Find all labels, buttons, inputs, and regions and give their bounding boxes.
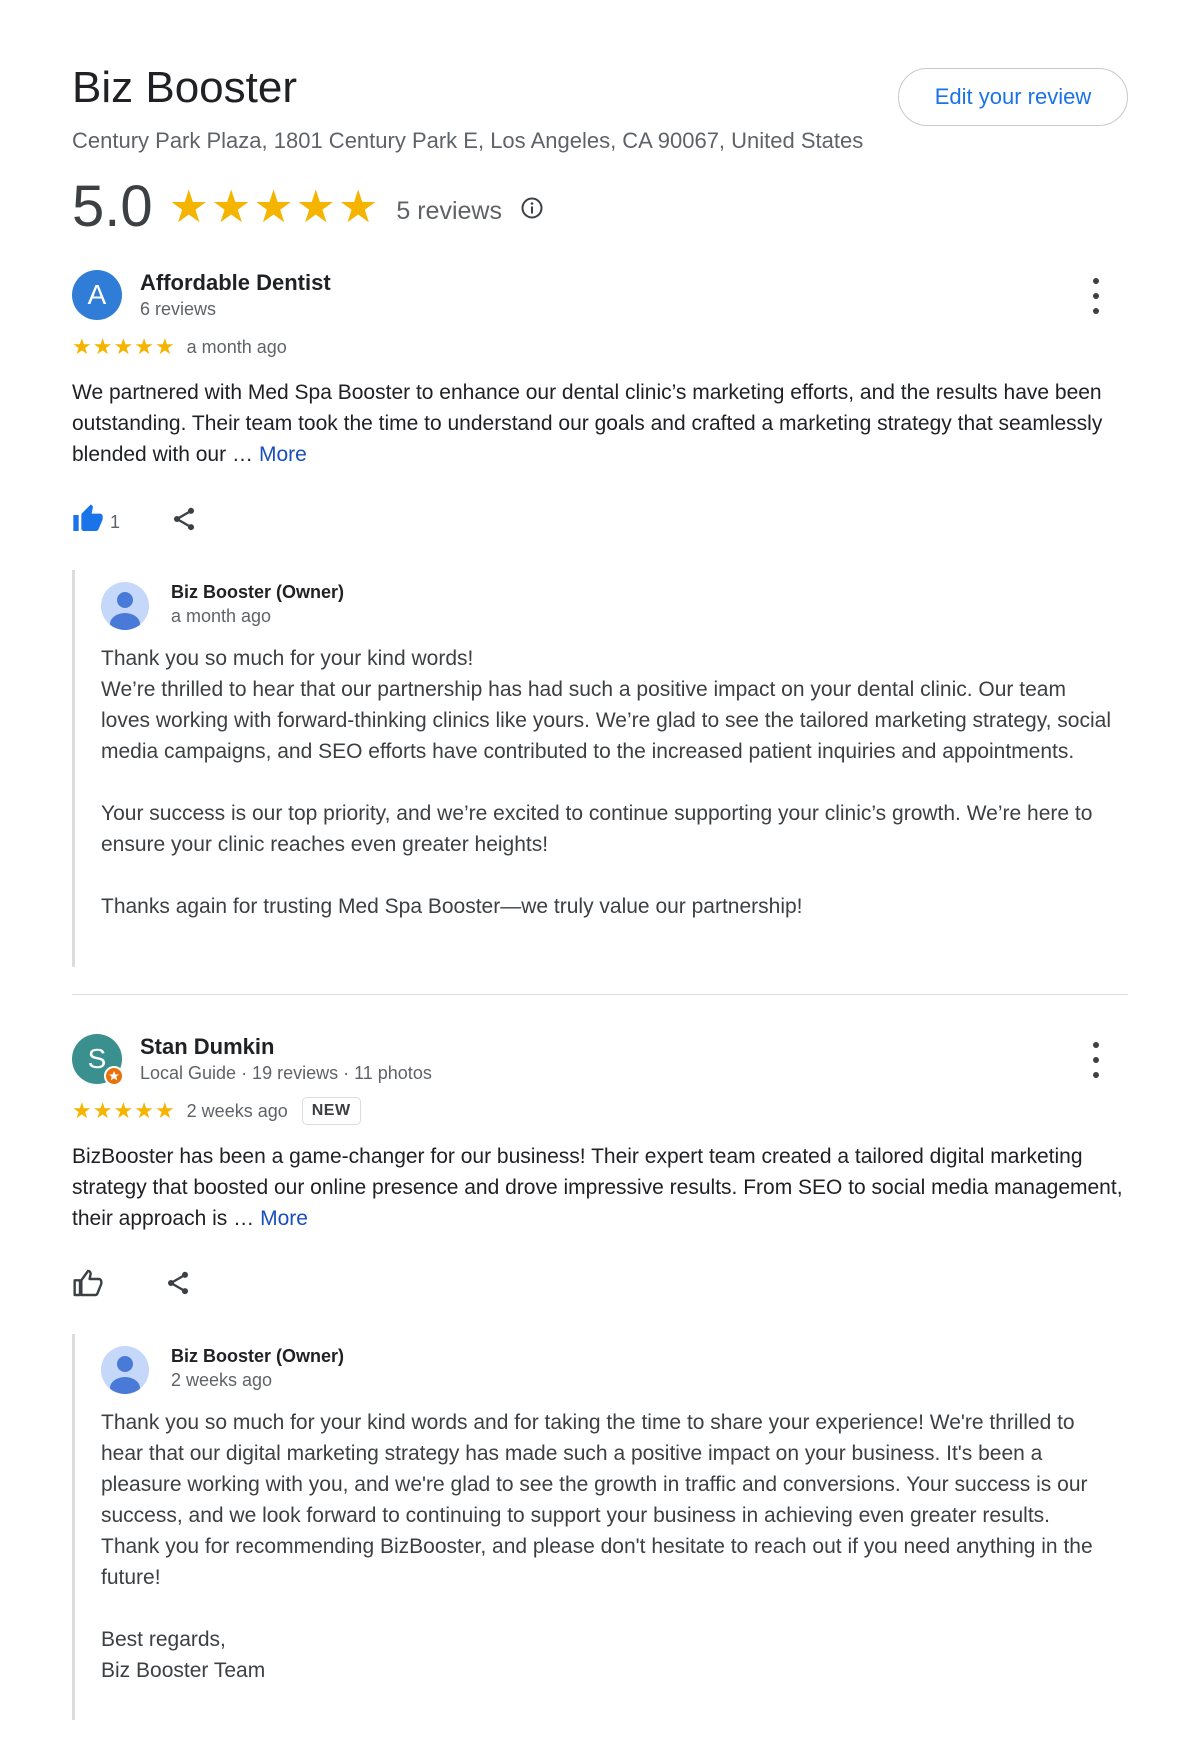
owner-reply-text: Thank you so much for your kind words an…	[101, 1407, 1111, 1686]
star-icon: ★	[154, 334, 175, 359]
reviewer-meta: 6 reviews	[140, 299, 217, 319]
review-divider	[72, 994, 1128, 995]
star-icon: ★	[113, 334, 134, 359]
star-icon: ★	[134, 334, 154, 359]
average-rating: 5.0	[72, 174, 153, 239]
average-stars: ★ ★ ★ ★ ★	[169, 182, 379, 232]
thumbs-up-filled-icon[interactable]	[72, 503, 104, 535]
review-actions: 1	[72, 502, 198, 536]
reviewer-meta: Local Guide · 19 reviews · 11 photos	[140, 1063, 432, 1083]
rating-row: ★ ★ ★ ★ ★ a month ago	[72, 332, 287, 362]
more-link[interactable]: More	[260, 1207, 308, 1230]
avatar[interactable]: S	[72, 1034, 124, 1086]
review-body: We partnered with Med Spa Booster to enh…	[72, 381, 1103, 466]
share-icon[interactable]	[164, 1269, 192, 1297]
more-options-icon[interactable]	[1088, 278, 1104, 314]
like-count: 1	[110, 511, 121, 532]
owner-reply-paragraph: Your success is our top priority, and we…	[101, 802, 1093, 856]
new-badge: NEW	[301, 1097, 361, 1125]
owner-reply-paragraph: Best regards,	[101, 1628, 226, 1651]
review-text: We partnered with Med Spa Booster to enh…	[72, 377, 1132, 470]
review-actions	[72, 1266, 192, 1300]
rating-summary: 5.0 ★ ★ ★ ★ ★ 5 reviews	[72, 172, 544, 242]
more-link[interactable]: More	[259, 443, 307, 466]
edit-review-button[interactable]: Edit your review	[898, 68, 1128, 126]
owner-avatar	[101, 582, 149, 630]
star-icon: ★	[154, 1098, 175, 1123]
star-icon: ★	[210, 181, 252, 232]
avatar-letter: S	[87, 1043, 107, 1074]
review-stars: ★ ★ ★ ★ ★	[72, 1099, 175, 1123]
review-stars: ★ ★ ★ ★ ★	[72, 335, 175, 359]
owner-reply: Biz Booster (Owner) a month ago Thank yo…	[72, 570, 1132, 967]
owner-reply-paragraph: Biz Booster Team	[101, 1659, 266, 1682]
business-header: Biz Booster Century Park Plaza, 1801 Cen…	[72, 62, 1132, 156]
local-guide-badge-icon	[104, 1066, 124, 1086]
star-icon: ★	[134, 1098, 154, 1123]
star-icon: ★	[113, 1098, 134, 1123]
review-time: 2 weeks ago	[186, 1100, 288, 1121]
star-icon: ★	[168, 181, 209, 232]
star-icon: ★	[253, 181, 294, 232]
owner-reply-time: 2 weeks ago	[171, 1370, 273, 1390]
star-icon: ★	[338, 181, 379, 232]
owner-reply-paragraph: Thanks again for trusting Med Spa Booste…	[101, 895, 803, 918]
reviewer-name[interactable]: Stan Dumkin	[140, 1034, 274, 1060]
owner-name: Biz Booster (Owner)	[171, 582, 345, 602]
owner-reply-paragraph: We’re thrilled to hear that our partners…	[101, 678, 1111, 763]
review-count: 5 reviews	[396, 196, 502, 225]
rating-row: ★ ★ ★ ★ ★ 2 weeks ago NEW	[72, 1096, 361, 1126]
star-icon: ★	[92, 334, 113, 359]
star-icon: ★	[72, 334, 92, 359]
owner-reply-time: a month ago	[171, 606, 272, 626]
review-card: S Stan Dumkin Local Guide · 19 reviews ·…	[72, 1034, 1132, 1734]
review-body: BizBooster has been a game-changer for o…	[72, 1145, 1123, 1230]
more-options-icon[interactable]	[1088, 1042, 1104, 1078]
avatar[interactable]: A	[72, 270, 122, 320]
info-icon[interactable]	[520, 196, 544, 220]
owner-reply-paragraph: Thank you so much for your kind words!	[101, 647, 474, 670]
review-text: BizBooster has been a game-changer for o…	[72, 1141, 1132, 1234]
star-icon: ★	[295, 181, 337, 232]
review-card: A Affordable Dentist 6 reviews ★ ★ ★ ★ ★ a m…	[72, 270, 1132, 970]
reviewer-name[interactable]: Affordable Dentist	[140, 270, 331, 296]
star-icon: ★	[72, 1098, 92, 1123]
owner-avatar	[101, 1346, 149, 1394]
thumbs-up-outline-icon[interactable]	[72, 1267, 104, 1299]
owner-reply: Biz Booster (Owner) 2 weeks ago Thank yo…	[72, 1334, 1132, 1720]
share-icon[interactable]	[170, 505, 198, 533]
owner-reply-paragraph: Thank you so much for your kind words an…	[101, 1411, 1093, 1589]
business-address: Century Park Plaza, 1801 Century Park E,…	[72, 128, 864, 153]
star-icon: ★	[92, 1098, 113, 1123]
owner-reply-text: Thank you so much for your kind words! W…	[101, 643, 1111, 922]
review-time: a month ago	[186, 336, 287, 357]
owner-name: Biz Booster (Owner)	[171, 1346, 345, 1366]
